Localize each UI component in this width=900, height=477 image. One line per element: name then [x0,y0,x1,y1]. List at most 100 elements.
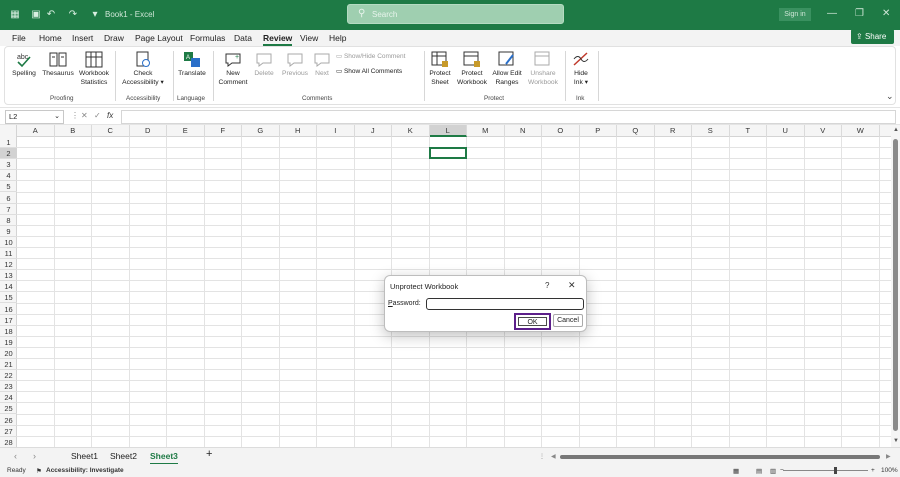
column-header-l[interactable]: L [429,125,467,137]
column-header-s[interactable]: S [692,125,730,137]
column-header-t[interactable]: T [730,125,767,137]
ok-button[interactable]: OK [514,313,551,330]
redo-icon[interactable]: ↷ [67,9,79,21]
next-comment-button[interactable]: Next [310,51,334,78]
column-header-v[interactable]: V [805,125,842,137]
show-hide-comment-button[interactable]: ▭ Show/Hide Comment [336,52,405,60]
row-header-4[interactable]: 4 [0,170,17,182]
row-header-14[interactable]: 14 [0,281,17,293]
insert-function-icon[interactable]: fx [107,111,113,120]
sheet-tab-sheet2[interactable]: Sheet2 [110,451,137,461]
search-box[interactable]: ⚲ Search [347,4,564,24]
tab-review[interactable]: Review [263,33,293,46]
column-header-a[interactable]: A [17,125,55,137]
page-layout-view-icon[interactable]: ▤ [756,467,762,475]
column-header-n[interactable]: N [505,125,542,137]
row-header-20[interactable]: 20 [0,348,17,359]
formula-input[interactable] [121,110,896,124]
translate-button[interactable]: A Translate [176,51,208,78]
scroll-down-icon[interactable]: ▼ [893,438,899,444]
next-sheet-icon[interactable]: › [33,451,36,461]
cancel-icon[interactable]: ✕ [81,111,88,120]
column-header-w[interactable]: W [842,125,880,137]
tab-view[interactable]: View [300,33,318,43]
hide-ink-button[interactable]: Hide Ink ▾ [567,51,595,87]
close-icon[interactable]: ✕ [568,280,576,291]
row-header-24[interactable]: 24 [0,392,17,404]
selected-cell[interactable] [428,147,467,160]
enter-icon[interactable]: ✓ [94,111,101,120]
password-field[interactable] [426,298,584,310]
tab-help[interactable]: Help [329,33,346,43]
row-header-22[interactable]: 22 [0,370,17,382]
row-header-5[interactable]: 5 [0,181,17,193]
tab-data[interactable]: Data [234,33,252,43]
vertical-scroll-thumb[interactable] [893,139,898,431]
customize-icon[interactable]: ▾ [89,9,101,21]
tab-formulas[interactable]: Formulas [190,33,225,43]
column-header-c[interactable]: C [92,125,130,137]
row-header-10[interactable]: 10 [0,237,17,248]
row-header-27[interactable]: 27 [0,426,17,437]
protect-workbook-button[interactable]: Protect Workbook [455,51,489,87]
scroll-left-icon[interactable]: ◀ [551,453,556,460]
row-header-6[interactable]: 6 [0,193,17,204]
normal-view-icon[interactable]: ▦ [733,467,739,475]
help-icon[interactable]: ? [545,281,549,290]
row-header-8[interactable]: 8 [0,215,17,226]
thesaurus-button[interactable]: Thesaurus [40,51,76,78]
prev-sheet-icon[interactable]: ‹ [14,451,17,461]
zoom-slider[interactable] [783,470,868,471]
column-header-j[interactable]: J [355,125,392,137]
column-header-k[interactable]: K [392,125,430,137]
row-header-28[interactable]: 28 [0,437,17,447]
previous-comment-button[interactable]: Previous [279,51,311,78]
tab-insert[interactable]: Insert [72,33,93,43]
zoom-level[interactable]: 100% [881,467,898,474]
new-comment-button[interactable]: + New Comment [216,51,250,87]
column-header-h[interactable]: H [280,125,317,137]
column-header-d[interactable]: D [130,125,167,137]
vertical-scrollbar[interactable]: ▲ ▼ [891,125,900,447]
options-icon[interactable]: ⋮ [539,453,545,460]
row-header-17[interactable]: 17 [0,315,17,326]
scroll-right-icon[interactable]: ▶ [886,453,891,460]
restore-icon[interactable]: ❐ [855,8,864,19]
column-header-r[interactable]: R [655,125,692,137]
select-all-corner[interactable] [0,125,17,137]
check-accessibility-button[interactable]: Check Accessibility ▾ [118,51,168,87]
row-header-23[interactable]: 23 [0,381,17,393]
add-sheet-button[interactable]: + [206,448,212,460]
row-header-21[interactable]: 21 [0,359,17,371]
zoom-slider-knob[interactable] [834,467,837,474]
allow-edit-ranges-button[interactable]: Allow Edit Ranges [489,51,525,87]
unshare-workbook-button[interactable]: Unshare Workbook [526,51,560,87]
row-header-18[interactable]: 18 [0,326,17,337]
close-icon[interactable]: ✕ [882,8,890,19]
horizontal-scroll-thumb[interactable] [560,455,880,459]
row-header-15[interactable]: 15 [0,292,17,304]
sign-in-button[interactable]: Sign in [779,8,811,21]
sheet-tab-sheet3[interactable]: Sheet3 [150,451,178,465]
row-header-9[interactable]: 9 [0,226,17,237]
row-header-2[interactable]: 2 [0,148,17,160]
undo-icon[interactable]: ↶ [45,9,57,21]
show-all-comments-button[interactable]: ▭ Show All Comments [336,67,402,75]
row-header-26[interactable]: 26 [0,415,17,426]
column-header-p[interactable]: P [580,125,617,137]
column-header-f[interactable]: F [205,125,242,137]
chevron-down-icon[interactable]: ⌄ [54,111,60,123]
save-icon[interactable]: ▣ [30,9,42,21]
minimize-icon[interactable]: — [827,8,837,19]
protect-sheet-button[interactable]: Protect Sheet [426,51,454,87]
row-header-12[interactable]: 12 [0,259,17,271]
column-header-e[interactable]: E [167,125,205,137]
row-header-13[interactable]: 13 [0,270,17,282]
more-icon[interactable]: ⋮ [71,111,79,120]
column-header-o[interactable]: O [542,125,580,137]
row-header-25[interactable]: 25 [0,403,17,415]
tab-home[interactable]: Home [39,33,62,43]
share-button[interactable]: ⇪ Share [851,29,894,44]
row-header-7[interactable]: 7 [0,204,17,215]
column-header-m[interactable]: M [467,125,505,137]
